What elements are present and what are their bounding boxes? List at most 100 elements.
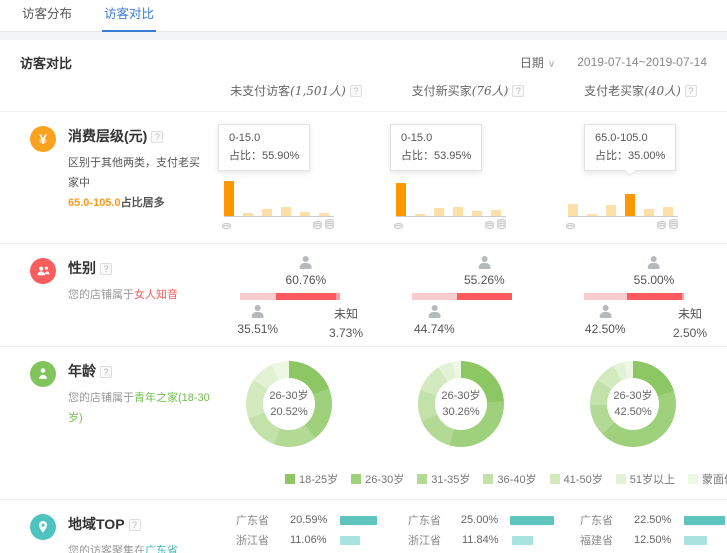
unknown-stat: 未知 3.73% xyxy=(316,305,376,343)
axis-icons xyxy=(394,221,506,229)
male-segment[interactable] xyxy=(240,293,276,300)
consumption-bar[interactable] xyxy=(472,211,482,216)
tabbar: 访客分布 访客对比 xyxy=(0,0,727,32)
panel-header: 访客对比 日期∨ 2019-07-14~2019-07-14 xyxy=(0,40,727,74)
legend-item[interactable]: 36-40岁 xyxy=(483,471,536,487)
consumption-bar[interactable] xyxy=(587,214,597,216)
age-donut-chart[interactable]: 26-30岁 30.26% xyxy=(418,361,504,447)
consumption-bar-chart[interactable] xyxy=(224,177,334,217)
male-icon xyxy=(250,305,266,318)
donut-center-label: 26-30岁 42.50% xyxy=(607,378,659,430)
consumption-bar[interactable] xyxy=(434,208,444,216)
male-segment[interactable] xyxy=(412,293,457,300)
row-title-age: 年龄 xyxy=(68,363,96,379)
gender-chart[interactable]: 55.26% 44.74% 未知 xyxy=(412,256,512,344)
consumption-bar[interactable] xyxy=(453,207,463,216)
chart-tooltip: 0-15.0 占比：55.90% xyxy=(218,124,310,171)
axis-icons xyxy=(222,221,334,229)
consumption-bar[interactable] xyxy=(396,183,406,216)
unknown-segment[interactable] xyxy=(336,293,340,300)
date-dropdown[interactable]: 日期∨ xyxy=(520,54,555,71)
region-bar xyxy=(512,536,533,545)
yuan-icon: ¥ xyxy=(30,126,56,152)
legend-item[interactable]: 26-30岁 xyxy=(351,471,404,487)
consumption-bar[interactable] xyxy=(262,209,272,216)
legend-swatch xyxy=(688,474,698,484)
consumption-bar[interactable] xyxy=(224,181,234,216)
unknown-segment[interactable] xyxy=(682,293,685,300)
page-title: 访客对比 xyxy=(20,53,72,72)
female-segment[interactable] xyxy=(627,293,682,300)
person-icon xyxy=(30,361,56,387)
consumption-bar[interactable] xyxy=(281,207,291,216)
legend-swatch xyxy=(285,474,295,484)
legend-swatch xyxy=(483,474,493,484)
tab-visitor-distribution[interactable]: 访客分布 xyxy=(20,0,74,31)
help-icon[interactable]: ? xyxy=(512,85,524,97)
female-stat: 55.26% xyxy=(464,256,505,287)
female-segment[interactable] xyxy=(457,293,512,300)
male-icon xyxy=(597,305,613,318)
legend-swatch xyxy=(616,474,626,484)
column-header-new-buyers: 支付新买家(76人)? xyxy=(382,82,554,99)
consumption-bar[interactable] xyxy=(663,207,673,216)
male-icon xyxy=(426,305,442,318)
consumption-bar[interactable] xyxy=(243,213,253,216)
gender-chart[interactable]: 55.00% 42.50% 未知 2.50% xyxy=(584,256,684,344)
help-icon[interactable]: ? xyxy=(151,131,163,143)
region-bar xyxy=(684,516,725,525)
help-icon[interactable]: ? xyxy=(350,85,362,97)
gender-chart[interactable]: 60.76% 35.51% 未知 3.73% xyxy=(240,256,340,344)
region-name: 浙江省 xyxy=(408,532,462,548)
legend-swatch xyxy=(417,474,427,484)
male-segment[interactable] xyxy=(584,293,627,300)
region-pct: 11.84% xyxy=(462,534,512,546)
legend-item[interactable]: 51岁以上 xyxy=(616,471,675,487)
consumption-bar-chart[interactable] xyxy=(568,177,678,217)
unknown-stat: 未知 2.50% xyxy=(660,305,720,343)
region-pct: 12.50% xyxy=(634,534,684,546)
gender-bar xyxy=(584,293,684,300)
help-icon[interactable]: ? xyxy=(100,263,112,275)
date-range[interactable]: 2019-07-14~2019-07-14 xyxy=(577,55,707,69)
legend-item[interactable]: 31-35岁 xyxy=(417,471,470,487)
legend-item[interactable]: 蒙面侠 xyxy=(688,471,727,487)
consumption-bar[interactable] xyxy=(319,213,329,216)
map-pin-icon xyxy=(30,514,56,540)
legend-item[interactable]: 18-25岁 xyxy=(285,471,338,487)
row-title-gender: 性别 xyxy=(68,260,96,276)
consumption-bar[interactable] xyxy=(625,194,635,216)
chevron-down-icon: ∨ xyxy=(548,59,555,70)
help-icon[interactable]: ? xyxy=(100,366,112,378)
age-donut-chart[interactable]: 26-30岁 42.50% xyxy=(590,361,676,447)
high-spend-icon xyxy=(485,221,506,229)
consumption-bar-chart[interactable] xyxy=(396,177,506,217)
age-description: 您的店铺属于青年之家(18-30岁) xyxy=(68,389,210,429)
legend-item[interactable]: 41-50岁 xyxy=(550,471,603,487)
male-stat: 35.51% xyxy=(237,305,278,336)
row-title-consumption: 消费层级(元) xyxy=(68,128,147,144)
region-row: 浙江省11.06% xyxy=(236,530,382,550)
age-donut-chart[interactable]: 26-30岁 20.52% xyxy=(246,361,332,447)
consumption-bar[interactable] xyxy=(300,212,310,216)
region-name: 广东省 xyxy=(580,512,634,528)
region-name: 广东省 xyxy=(236,512,290,528)
tab-visitor-compare[interactable]: 访客对比 xyxy=(102,0,156,31)
chart-tooltip: 0-15.0 占比：53.95% xyxy=(390,124,482,171)
region-name: 福建省 xyxy=(580,532,634,548)
region-list: 广东省25.00%浙江省11.84% xyxy=(382,500,554,553)
row-consumption-level: ¥ 消费层级(元)? 区别于其他两类，支付老买家中 65.0-105.0占比居多… xyxy=(0,112,727,244)
male-stat: 42.50% xyxy=(585,305,626,336)
gender-bar xyxy=(240,293,340,300)
help-icon[interactable]: ? xyxy=(129,519,141,531)
low-spend-icon xyxy=(566,221,575,229)
female-segment[interactable] xyxy=(276,293,337,300)
consumption-bar[interactable] xyxy=(644,209,654,216)
legend-label: 18-25岁 xyxy=(299,471,338,487)
consumption-bar[interactable] xyxy=(568,204,578,216)
consumption-bar[interactable] xyxy=(606,205,616,216)
region-row: 广东省22.50% xyxy=(580,510,727,530)
consumption-bar[interactable] xyxy=(491,210,501,216)
consumption-bar[interactable] xyxy=(415,214,425,216)
help-icon[interactable]: ? xyxy=(685,85,697,97)
